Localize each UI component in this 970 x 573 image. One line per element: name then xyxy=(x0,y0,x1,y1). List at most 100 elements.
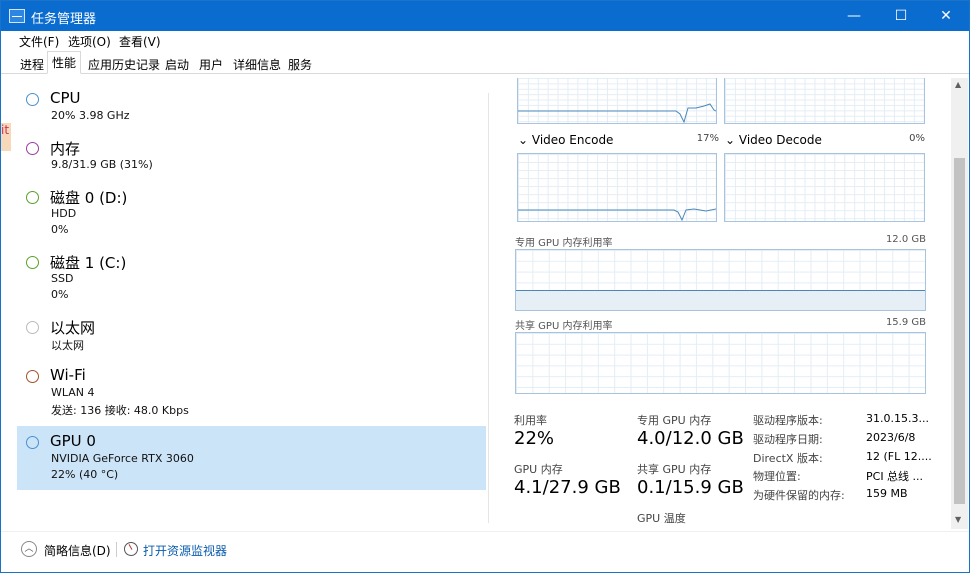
device-gpu-0[interactable]: GPU 0 NVIDIA GeForce RTX 3060 22% (40 °C… xyxy=(17,426,486,490)
disk0-status-ring xyxy=(26,191,39,204)
scroll-down-icon[interactable]: ▼ xyxy=(955,515,961,524)
scroll-thumb[interactable] xyxy=(954,158,965,504)
scroll-up-icon[interactable]: ▲ xyxy=(955,80,961,89)
tab-bar: 进程 性能 应用历史记录 启动 用户 详细信息 服务 xyxy=(1,50,969,74)
dedicated-mem-max: 12.0 GB xyxy=(885,234,926,245)
device-detail: 发送: 136 接收: 48.0 Kbps xyxy=(51,404,189,417)
tab-processes[interactable]: 进程 xyxy=(15,53,49,74)
prop-location-label: 物理位置: xyxy=(753,470,801,483)
device-name: Wi-Fi xyxy=(50,366,86,384)
tab-performance[interactable]: 性能 xyxy=(47,51,82,74)
stat-gpu-mem-value: 4.1/27.9 GB xyxy=(514,477,621,498)
engine-encode-pct: 17% xyxy=(696,133,719,144)
tab-services[interactable]: 服务 xyxy=(283,53,317,74)
stat-utilization-value: 22% xyxy=(514,428,555,449)
task-manager-window: 任务管理器 — ☐ ✕ 文件(F) 选项(O) 查看(V) 进程 性能 应用历史… xyxy=(0,0,970,573)
device-cpu[interactable]: CPU 20% 3.98 GHz xyxy=(17,87,486,127)
task-manager-icon xyxy=(9,9,25,23)
video-decode-graph xyxy=(724,153,925,222)
close-button[interactable]: ✕ xyxy=(923,1,969,31)
device-detail: WLAN 4 xyxy=(51,386,95,399)
device-detail: HDD xyxy=(51,207,77,220)
video-encode-graph xyxy=(517,153,717,222)
engine-graph-1-line xyxy=(518,103,716,123)
memory-status-ring xyxy=(26,142,39,155)
prop-reserved-mem-value: 159 MB xyxy=(866,487,908,500)
bottom-bar: ︿ 简略信息(D) 打开资源监视器 xyxy=(1,531,969,572)
device-disk-0[interactable]: 磁盘 0 (D:) HDD 0% xyxy=(17,185,486,241)
device-detail: NVIDIA GeForce RTX 3060 xyxy=(51,452,194,465)
device-ethernet[interactable]: 以太网 以太网 xyxy=(17,315,486,355)
prop-directx-label: DirectX 版本: xyxy=(753,452,823,465)
stat-shared-label: 共享 GPU 内存 xyxy=(637,463,712,476)
prop-reserved-mem-label: 为硬件保留的内存: xyxy=(753,489,845,502)
menu-view[interactable]: 查看(V) xyxy=(119,33,161,50)
maximize-button[interactable]: ☐ xyxy=(878,1,924,31)
vertical-scrollbar[interactable]: ▲ ▼ xyxy=(951,78,968,529)
menu-bar: 文件(F) 选项(O) 查看(V) xyxy=(1,31,969,50)
tab-app-history[interactable]: 应用历史记录 xyxy=(83,53,165,74)
device-detail: 0% xyxy=(51,223,69,236)
prop-location-value: PCI 总线 ... xyxy=(866,470,924,483)
device-detail: 9.8/31.9 GB (31%) xyxy=(51,158,153,171)
device-memory[interactable]: 内存 9.8/31.9 GB (31%) xyxy=(17,136,486,176)
prop-driver-date-label: 驱动程序日期: xyxy=(753,433,823,446)
ethernet-status-ring xyxy=(26,321,39,334)
device-name: 内存 xyxy=(50,140,81,158)
prop-driver-date-value: 2023/6/8 xyxy=(866,431,916,444)
fewer-details-button[interactable]: 简略信息(D) xyxy=(44,542,111,559)
resource-monitor-icon xyxy=(124,542,138,556)
stat-gpu-mem-label: GPU 内存 xyxy=(514,463,563,476)
device-detail: 20% 3.98 GHz xyxy=(51,109,130,122)
cpu-status-ring xyxy=(26,93,39,106)
stat-shared-value: 0.1/15.9 GB xyxy=(637,477,744,498)
device-disk-1[interactable]: 磁盘 1 (C:) SSD 0% xyxy=(17,250,486,306)
dedicated-mem-fill xyxy=(516,290,925,310)
engine-graph-2 xyxy=(724,78,925,124)
stat-dedicated-value: 4.0/12.0 GB xyxy=(637,428,744,449)
stat-temp-label: GPU 温度 xyxy=(637,512,686,525)
device-name: GPU 0 xyxy=(50,432,96,450)
device-detail: 0% xyxy=(51,288,69,301)
title-bar[interactable]: 任务管理器 — ☐ ✕ xyxy=(1,1,969,31)
video-encode-line xyxy=(518,208,716,221)
dedicated-mem-graph xyxy=(515,249,926,311)
engine-decode-name: Video Decode xyxy=(738,133,822,147)
prop-driver-version-label: 驱动程序版本: xyxy=(753,414,823,427)
bottom-separator xyxy=(116,542,117,557)
device-wifi[interactable]: Wi-Fi WLAN 4 发送: 136 接收: 48.0 Kbps xyxy=(17,364,486,420)
dedicated-mem-label: 专用 GPU 内存利用率 xyxy=(515,238,613,249)
wifi-status-ring xyxy=(26,370,39,383)
engine-graph-1 xyxy=(517,78,717,124)
stat-utilization-label: 利用率 xyxy=(514,414,547,427)
stat-dedicated-label: 专用 GPU 内存 xyxy=(637,414,712,427)
device-name: 以太网 xyxy=(50,319,96,337)
disk1-status-ring xyxy=(26,256,39,269)
menu-options[interactable]: 选项(O) xyxy=(68,33,111,50)
prop-directx-value: 12 (FL 12.... xyxy=(866,450,932,463)
device-list: CPU 20% 3.98 GHz 内存 9.8/31.9 GB (31%) 磁盘… xyxy=(17,81,487,501)
device-name: 磁盘 0 (D:) xyxy=(50,189,128,207)
chevron-up-icon[interactable]: ︿ xyxy=(21,541,37,557)
minimize-button[interactable]: — xyxy=(831,1,877,31)
device-detail: 22% (40 °C) xyxy=(51,468,119,481)
device-detail: SSD xyxy=(51,272,74,285)
device-detail: 以太网 xyxy=(51,339,84,352)
tab-details[interactable]: 详细信息 xyxy=(228,53,286,74)
engine-decode-pct: 0% xyxy=(909,133,925,144)
shared-mem-label: 共享 GPU 内存利用率 xyxy=(515,321,613,332)
prop-driver-version-value: 31.0.15.3... xyxy=(866,412,929,425)
pane-divider[interactable] xyxy=(488,93,489,523)
menu-file[interactable]: 文件(F) xyxy=(19,33,59,50)
tab-users[interactable]: 用户 xyxy=(194,53,228,74)
gpu-status-ring xyxy=(26,436,39,449)
engine-decode-label[interactable]: ⌄ Video Decode xyxy=(725,133,822,147)
open-resource-monitor-link[interactable]: 打开资源监视器 xyxy=(143,542,227,559)
window-title: 任务管理器 xyxy=(31,12,97,27)
engine-encode-name: Video Encode xyxy=(531,133,614,147)
device-name: 磁盘 1 (C:) xyxy=(50,254,127,272)
tab-startup[interactable]: 启动 xyxy=(160,53,194,74)
device-name: CPU xyxy=(50,89,81,107)
shared-mem-max: 15.9 GB xyxy=(885,317,926,328)
engine-encode-label[interactable]: ⌄ Video Encode xyxy=(518,133,613,147)
